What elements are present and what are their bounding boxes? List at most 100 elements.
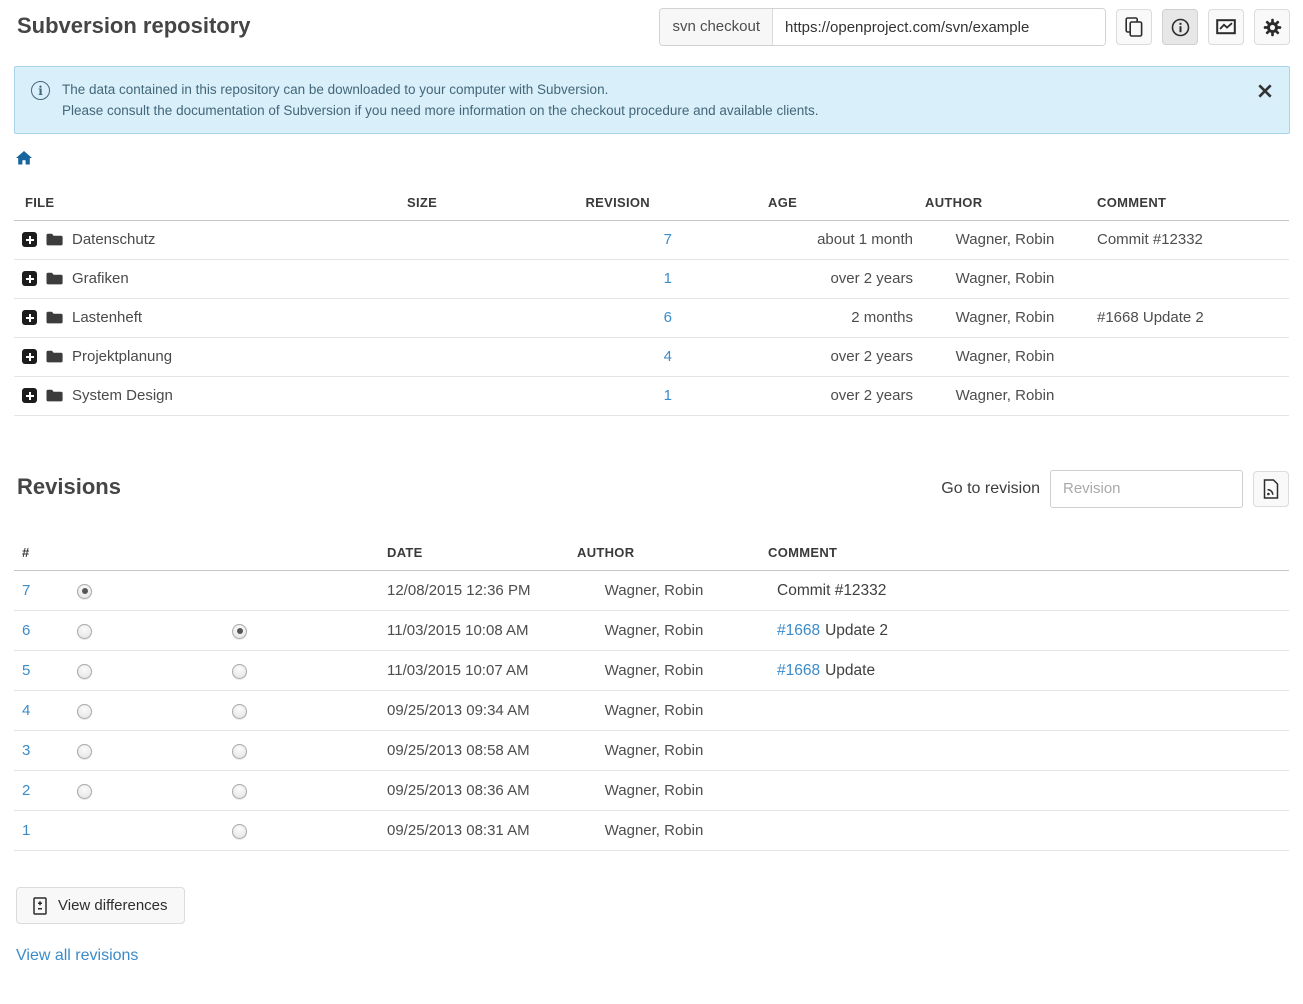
copy-url-button[interactable]: [1116, 9, 1152, 45]
page-header: Subversion repository svn checkout: [0, 0, 1303, 56]
revision-number-link[interactable]: 2: [22, 782, 30, 799]
expand-folder-icon[interactable]: [22, 310, 37, 325]
file-size: [390, 337, 500, 376]
revisions-section-header: Revisions Go to revision: [14, 470, 1289, 510]
file-author: Wagner, Robin: [925, 376, 1085, 415]
diff-to-radio[interactable]: [232, 824, 247, 839]
revision-date: 09/25/2013 08:31 AM: [374, 811, 559, 851]
file-name-link[interactable]: System Design: [72, 387, 173, 404]
expand-folder-icon[interactable]: [22, 271, 37, 286]
file-row: Datenschutz 7 about 1 month Wagner, Robi…: [14, 220, 1289, 259]
file-row: Lastenheft 6 2 months Wagner, Robin #166…: [14, 298, 1289, 337]
feed-icon: [1263, 479, 1279, 499]
revision-author: Wagner, Robin: [559, 691, 749, 731]
file-name-link[interactable]: Datenschutz: [72, 231, 155, 248]
file-revision-link[interactable]: 7: [664, 231, 672, 248]
revision-author: Wagner, Robin: [559, 651, 749, 691]
page-title: Subversion repository: [17, 13, 251, 39]
diff-from-radio[interactable]: [77, 664, 92, 679]
banner-line-1: The data contained in this repository ca…: [62, 79, 818, 100]
banner-line-2: Please consult the documentation of Subv…: [62, 100, 818, 121]
work-package-link[interactable]: #1668: [777, 622, 820, 639]
file-revision-link[interactable]: 1: [664, 270, 672, 287]
revision-comment: Update 2: [825, 622, 888, 639]
diff-to-radio[interactable]: [232, 704, 247, 719]
chart-icon: [1216, 19, 1236, 35]
revision-date: 11/03/2015 10:07 AM: [374, 651, 559, 691]
files-header-revision: REVISION: [500, 185, 690, 220]
info-icon: [1171, 18, 1190, 37]
file-revision-link[interactable]: 6: [664, 309, 672, 326]
checkout-url-input[interactable]: [773, 9, 1105, 45]
file-age: over 2 years: [690, 337, 925, 376]
revision-number-link[interactable]: 4: [22, 702, 30, 719]
revisions-table: # DATE AUTHOR COMMENT 7 12/08/2015 12:36…: [14, 536, 1289, 852]
revisions-header-comment: COMMENT: [749, 536, 1289, 571]
diff-from-radio[interactable]: [77, 624, 92, 639]
file-size: [390, 220, 500, 259]
file-name-link[interactable]: Projektplanung: [72, 348, 172, 365]
revision-row: 1 09/25/2013 08:31 AM Wagner, Robin: [14, 811, 1289, 851]
revisions-header-date: DATE: [374, 536, 559, 571]
revision-row: 4 09/25/2013 09:34 AM Wagner, Robin: [14, 691, 1289, 731]
close-icon[interactable]: [1257, 83, 1273, 99]
file-revision-link[interactable]: 1: [664, 387, 672, 404]
checkout-command-label: svn checkout: [660, 9, 773, 45]
revision-number-link[interactable]: 1: [22, 822, 30, 839]
revision-date: 09/25/2013 08:36 AM: [374, 771, 559, 811]
revision-row: 7 12/08/2015 12:36 PM Wagner, Robin Comm…: [14, 571, 1289, 611]
files-header-author: AUTHOR: [925, 185, 1085, 220]
diff-to-radio[interactable]: [232, 624, 247, 639]
gear-icon: [1263, 18, 1282, 37]
copy-icon: [1125, 17, 1143, 37]
repository-info-button[interactable]: [1162, 9, 1198, 45]
file-age: over 2 years: [690, 259, 925, 298]
revisions-header-row: # DATE AUTHOR COMMENT: [14, 536, 1289, 571]
expand-folder-icon[interactable]: [22, 388, 37, 403]
view-differences-label: View differences: [58, 897, 168, 914]
folder-icon: [46, 233, 63, 246]
repository-files-table: FILE SIZE REVISION AGE AUTHOR COMMENT Da…: [14, 185, 1289, 416]
diff-to-radio[interactable]: [232, 784, 247, 799]
file-age: about 1 month: [690, 220, 925, 259]
repository-root-link[interactable]: [16, 151, 32, 170]
revision-number-link[interactable]: 5: [22, 662, 30, 679]
file-author: Wagner, Robin: [925, 259, 1085, 298]
file-name-link[interactable]: Grafiken: [72, 270, 129, 287]
revisions-header-radio-to: [229, 536, 374, 571]
diff-from-radio[interactable]: [77, 744, 92, 759]
diff-to-radio[interactable]: [232, 744, 247, 759]
diff-from-radio[interactable]: [77, 704, 92, 719]
file-row: Grafiken 1 over 2 years Wagner, Robin: [14, 259, 1289, 298]
file-age: over 2 years: [690, 376, 925, 415]
file-comment: [1085, 337, 1289, 376]
repository-statistics-button[interactable]: [1208, 9, 1244, 45]
view-differences-button[interactable]: View differences: [16, 887, 185, 924]
expand-folder-icon[interactable]: [22, 232, 37, 247]
repository-toolbar: svn checkout: [659, 8, 1290, 46]
breadcrumb: [16, 151, 1303, 167]
goto-revision-input[interactable]: [1050, 470, 1243, 508]
diff-from-radio[interactable]: [77, 784, 92, 799]
diff-file-icon: [33, 897, 47, 915]
file-size: [390, 298, 500, 337]
file-author: Wagner, Robin: [925, 298, 1085, 337]
folder-icon: [46, 350, 63, 363]
repository-settings-button[interactable]: [1254, 9, 1290, 45]
files-header-age: AGE: [690, 185, 925, 220]
expand-folder-icon[interactable]: [22, 349, 37, 364]
atom-feed-button[interactable]: [1253, 471, 1289, 507]
view-all-revisions-link[interactable]: View all revisions: [16, 947, 138, 965]
files-header-row: FILE SIZE REVISION AGE AUTHOR COMMENT: [14, 185, 1289, 220]
diff-from-radio[interactable]: [77, 584, 92, 599]
revision-number-link[interactable]: 6: [22, 622, 30, 639]
revision-date: 11/03/2015 10:08 AM: [374, 611, 559, 651]
diff-to-radio[interactable]: [232, 664, 247, 679]
file-name-link[interactable]: Lastenheft: [72, 309, 142, 326]
file-row: Projektplanung 4 over 2 years Wagner, Ro…: [14, 337, 1289, 376]
work-package-link[interactable]: #1668: [777, 662, 820, 679]
revision-number-link[interactable]: 7: [22, 582, 30, 599]
file-revision-link[interactable]: 4: [664, 348, 672, 365]
revision-number-link[interactable]: 3: [22, 742, 30, 759]
folder-icon: [46, 389, 63, 402]
